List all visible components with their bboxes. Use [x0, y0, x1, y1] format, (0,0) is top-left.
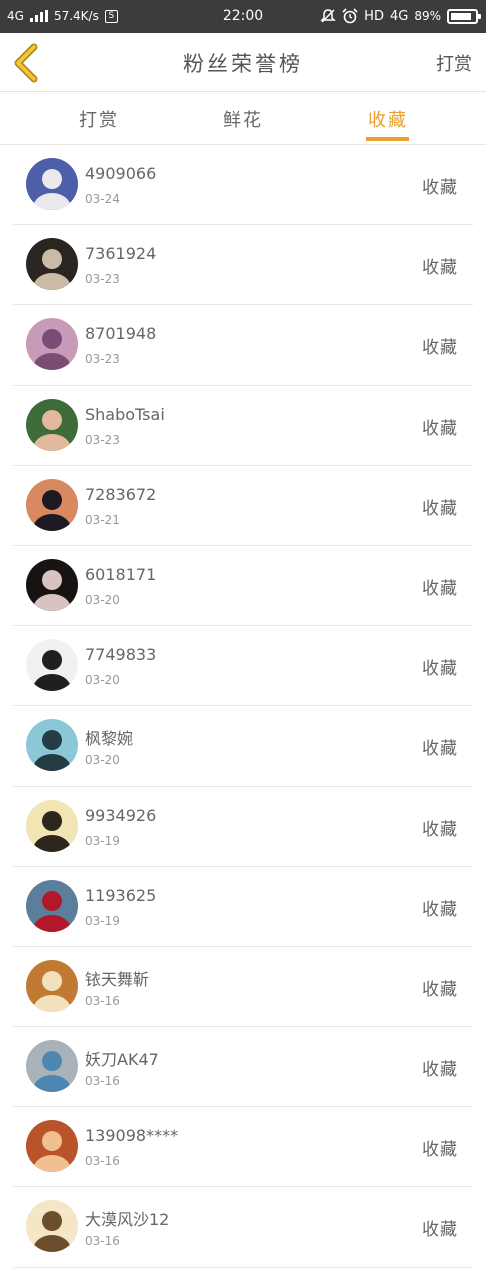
- network-right-label: 4G: [389, 8, 409, 24]
- status-right: HD 4G 89%: [320, 8, 481, 24]
- user-name: 妖刀AK47: [85, 1050, 159, 1070]
- date-label: 03-19: [85, 913, 120, 928]
- list-item[interactable]: 7749833 03-20 收藏: [13, 626, 473, 707]
- date-label: 03-23: [85, 272, 120, 287]
- page-title: 粉丝荣誉榜: [183, 52, 303, 76]
- avatar[interactable]: [26, 639, 78, 692]
- action-label: 收藏: [422, 178, 458, 198]
- alarm-icon: [342, 8, 358, 24]
- list-item[interactable]: 6018171 03-20 收藏: [13, 546, 473, 627]
- action-label: 收藏: [422, 418, 458, 439]
- avatar[interactable]: [26, 478, 78, 531]
- date-label: 03-20: [85, 673, 120, 688]
- tab-bar: 打赏 鲜花 收藏: [0, 92, 486, 145]
- list-item[interactable]: 妖刀AK47 03-16 收藏: [13, 1027, 473, 1108]
- action-label: 收藏: [422, 819, 458, 840]
- date-label: 03-24: [85, 192, 120, 206]
- date-label: 03-21: [85, 512, 120, 527]
- list-item[interactable]: 8701948 03-23 收藏: [13, 305, 473, 386]
- user-name: 4909066: [85, 164, 157, 183]
- avatar[interactable]: [26, 1120, 78, 1173]
- avatar[interactable]: [26, 1200, 78, 1253]
- user-name: 8701948: [85, 324, 157, 344]
- date-label: 03-19: [85, 833, 120, 848]
- date-label: 03-16: [85, 1154, 120, 1169]
- user-name: 7749833: [85, 645, 157, 665]
- list-item[interactable]: 7283672 03-21 收藏: [13, 466, 473, 546]
- reward-button[interactable]: 打赏: [436, 50, 472, 76]
- battery-icon: [447, 8, 481, 24]
- user-name: 7283672: [85, 484, 157, 504]
- date-label: 03-16: [85, 993, 120, 1008]
- battery-percent: 89%: [414, 9, 441, 23]
- user-name: 大漠风沙12: [85, 1210, 170, 1230]
- user-name: 6018171: [85, 564, 157, 584]
- tab-active-indicator: [366, 137, 409, 141]
- date-label: 03-16: [85, 1074, 120, 1089]
- action-label: 收藏: [422, 1140, 458, 1161]
- action-label: 收藏: [422, 1220, 458, 1241]
- avatar[interactable]: [26, 158, 78, 210]
- date-label: 03-23: [85, 352, 120, 367]
- status-bar: 4G 57.4K/s S 22:00 HD 4G 89%: [0, 0, 486, 33]
- action-label: 收藏: [422, 338, 458, 359]
- avatar[interactable]: [26, 799, 78, 852]
- date-label: 03-16: [85, 1234, 120, 1249]
- list-item[interactable]: 铱天舞靳 03-16 收藏: [13, 947, 473, 1028]
- nav-bar: 粉丝荣誉榜 打赏: [0, 33, 486, 92]
- avatar[interactable]: [26, 238, 78, 291]
- tab-flowers[interactable]: 鲜花: [203, 106, 283, 132]
- avatar[interactable]: [26, 398, 78, 451]
- user-name: 139098****: [85, 1126, 179, 1146]
- date-label: 03-20: [85, 753, 120, 768]
- user-name: 9934926: [85, 805, 157, 825]
- avatar[interactable]: [26, 959, 78, 1012]
- user-name: ShaboTsai: [85, 404, 165, 424]
- action-label: 收藏: [422, 659, 458, 680]
- avatar[interactable]: [26, 318, 78, 371]
- action-label: 收藏: [422, 498, 458, 519]
- action-label: 收藏: [422, 899, 458, 920]
- date-label: 03-20: [85, 592, 120, 607]
- user-name: 7361924: [85, 244, 157, 264]
- list-item[interactable]: 枫黎婉 03-20 收藏: [13, 706, 473, 787]
- action-label: 收藏: [422, 979, 458, 1000]
- user-name: 枫黎婉: [85, 729, 134, 749]
- list-item[interactable]: 7361924 03-23 收藏: [13, 225, 473, 306]
- mute-notification-icon: [320, 9, 336, 23]
- list-item[interactable]: 139098**** 03-16 收藏: [13, 1107, 473, 1188]
- avatar[interactable]: [26, 1040, 78, 1093]
- hd-label: HD: [364, 8, 384, 24]
- tab-favorites[interactable]: 收藏: [348, 106, 428, 132]
- list-item[interactable]: 大漠风沙12 03-16 收藏: [13, 1187, 473, 1268]
- list-item[interactable]: ShaboTsai 03-23 收藏: [13, 386, 473, 466]
- fan-list: 4909066 03-24 收藏 7361924 03-23 收藏 8701948 03-23…: [0, 145, 486, 1268]
- user-name: 铱天舞靳: [85, 969, 150, 989]
- action-label: 收藏: [422, 578, 458, 599]
- avatar[interactable]: [26, 719, 78, 772]
- action-label: 收藏: [422, 1060, 458, 1081]
- action-label: 收藏: [422, 258, 458, 279]
- tab-reward[interactable]: 打赏: [59, 106, 139, 132]
- user-name: 1193625: [85, 885, 157, 905]
- list-item[interactable]: 4909066 03-24 收藏: [13, 145, 473, 226]
- list-item[interactable]: 1193625 03-19 收藏: [13, 867, 473, 947]
- battery-fill: [451, 12, 472, 20]
- list-item[interactable]: 9934926 03-19 收藏: [13, 787, 473, 867]
- avatar[interactable]: [26, 879, 78, 932]
- date-label: 03-23: [85, 432, 120, 447]
- avatar[interactable]: [26, 558, 78, 611]
- action-label: 收藏: [422, 739, 458, 760]
